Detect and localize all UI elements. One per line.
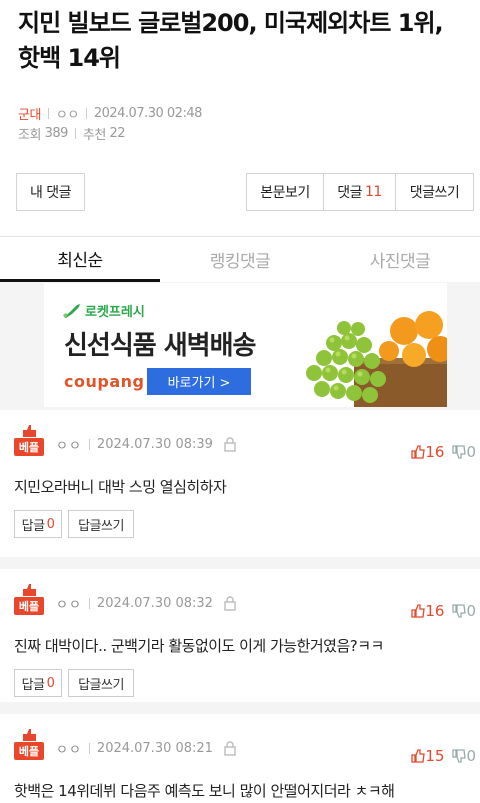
thumbs-up-icon [411, 445, 426, 459]
view-body-button[interactable]: 본문보기 [247, 174, 324, 210]
write-reply-button[interactable]: 답글쓰기 [68, 669, 134, 697]
comments-count: 11 [364, 184, 382, 200]
comment-votes: 15 0 [411, 747, 476, 765]
upvote-button[interactable]: 16 [411, 602, 444, 620]
downvote-count: 0 [466, 747, 476, 765]
divider [88, 438, 90, 450]
fruit-image [306, 311, 447, 407]
comment-votes: 16 0 [411, 443, 476, 461]
comment-author: ㅇㅇ [56, 742, 82, 758]
comment-text: 진짜 대박이다.. 군백기라 활동없이도 이게 가능한거였음?ㅋㅋ [14, 637, 384, 655]
comment-author: ㅇㅇ [56, 438, 82, 454]
best-comment-badge: 베플 [14, 425, 44, 456]
comment-item: 베플 ㅇㅇ 2024.07.30 08:32 16 0 진짜 대박이다.. 군백… [0, 569, 480, 702]
article-author: ㅇㅇ [55, 108, 79, 123]
comment-datetime: 2024.07.30 08:21 [96, 740, 213, 756]
downvote-button[interactable]: 0 [452, 602, 476, 620]
upvote-button[interactable]: 16 [411, 443, 444, 461]
article-meta: 군대 ㅇㅇ 2024.07.30 02:48 [18, 104, 202, 123]
best-comment-badge: 베플 [14, 729, 44, 760]
thumbs-up-icon [411, 749, 426, 763]
ad-banner[interactable]: 로켓프레시 신선식품 새벽배송 coupang 바로가기 > [44, 283, 447, 407]
comment-author: ㅇㅇ [56, 597, 82, 613]
comment-header: 베플 ㅇㅇ 2024.07.30 08:32 [14, 584, 237, 615]
tab-photo[interactable]: 사진댓글 [320, 237, 480, 282]
thumbs-up-icon [23, 584, 36, 596]
downvote-count: 0 [466, 443, 476, 461]
downvote-count: 0 [466, 602, 476, 620]
rocket-icon [63, 303, 80, 318]
ad-tagline: 로켓프레시 [85, 305, 145, 320]
comment-votes: 16 0 [411, 602, 476, 620]
comment-text: 핫백은 14위데뷔 다음주 예측도 보니 많이 안떨어지더라 ㅊㅋ해 [14, 782, 395, 800]
tab-latest[interactable]: 최신순 [0, 237, 160, 282]
thumbs-down-icon [452, 604, 467, 618]
thumbs-up-icon [23, 729, 36, 741]
thumbs-up-icon [23, 425, 36, 437]
write-reply-button[interactable]: 답글쓰기 [68, 510, 134, 538]
comment-actions: 답글 0 답글쓰기 [14, 510, 140, 538]
article-title: 지민 빌보드 글로벌200, 미국제외차트 1위, 핫백 14위 [18, 9, 444, 72]
thumbs-down-icon [452, 445, 467, 459]
reply-button[interactable]: 답글 0 [14, 669, 62, 697]
comment-sort-tabs: 최신순 랭킹댓글 사진댓글 [0, 236, 480, 282]
divider [88, 597, 90, 609]
comments-button[interactable]: 댓글 11 [324, 174, 396, 210]
views-count: 389 [44, 126, 69, 141]
my-comments-button[interactable]: 내 댓글 [16, 173, 85, 211]
downvote-button[interactable]: 0 [452, 443, 476, 461]
reply-label: 답글 [21, 518, 45, 534]
reply-count: 0 [46, 675, 55, 691]
article-category[interactable]: 군대 [18, 104, 41, 123]
divider [88, 742, 90, 754]
comments-label: 댓글 [337, 185, 362, 201]
divider [74, 128, 76, 139]
reply-count: 0 [46, 516, 55, 532]
comment-item: 베플 ㅇㅇ 2024.07.30 08:39 16 0 지민오라버니 대박 스밍… [0, 410, 480, 557]
downvote-button[interactable]: 0 [452, 747, 476, 765]
article-datetime: 2024.07.30 02:48 [93, 106, 203, 121]
article-action-group: 본문보기 댓글 11 댓글쓰기 [246, 173, 474, 211]
report-icon[interactable] [223, 740, 237, 756]
upvote-button[interactable]: 15 [411, 747, 444, 765]
write-comment-button[interactable]: 댓글쓰기 [396, 174, 473, 210]
comment-header: 베플 ㅇㅇ 2024.07.30 08:21 [14, 729, 237, 760]
comment-actions: 답글 0 답글쓰기 [14, 669, 140, 697]
upvote-count: 16 [425, 443, 445, 461]
reply-label: 답글 [21, 677, 45, 693]
upvote-count: 15 [425, 747, 445, 765]
thumbs-up-icon [411, 604, 426, 618]
tab-ranking[interactable]: 랭킹댓글 [160, 237, 320, 282]
comment-text: 지민오라버니 대박 스밍 열심히하자 [14, 478, 227, 496]
ad-tagline-row: 로켓프레시 [62, 301, 145, 320]
reply-button[interactable]: 답글 0 [14, 510, 62, 538]
thumbs-down-icon [452, 749, 467, 763]
article-stats: 조회 389 추천 22 [18, 124, 125, 143]
divider [47, 108, 49, 119]
comment-item: 베플 ㅇㅇ 2024.07.30 08:21 15 0 핫백은 14위데뷔 다음… [0, 714, 480, 803]
views-label: 조회 [18, 128, 41, 143]
ad-go-button[interactable]: 바로가기 > [147, 368, 251, 395]
divider [85, 108, 87, 119]
recommend-count: 22 [109, 126, 125, 141]
recommend-label: 추천 [82, 128, 106, 143]
ad-headline: 신선식품 새벽배송 [64, 331, 256, 361]
best-comment-badge: 베플 [14, 584, 44, 615]
comment-datetime: 2024.07.30 08:39 [96, 436, 213, 452]
upvote-count: 16 [425, 602, 445, 620]
report-icon[interactable] [223, 595, 237, 611]
comment-header: 베플 ㅇㅇ 2024.07.30 08:39 [14, 425, 237, 456]
ad-brand-logo: coupang [64, 372, 145, 391]
report-icon[interactable] [223, 436, 237, 452]
comment-datetime: 2024.07.30 08:32 [96, 595, 213, 611]
